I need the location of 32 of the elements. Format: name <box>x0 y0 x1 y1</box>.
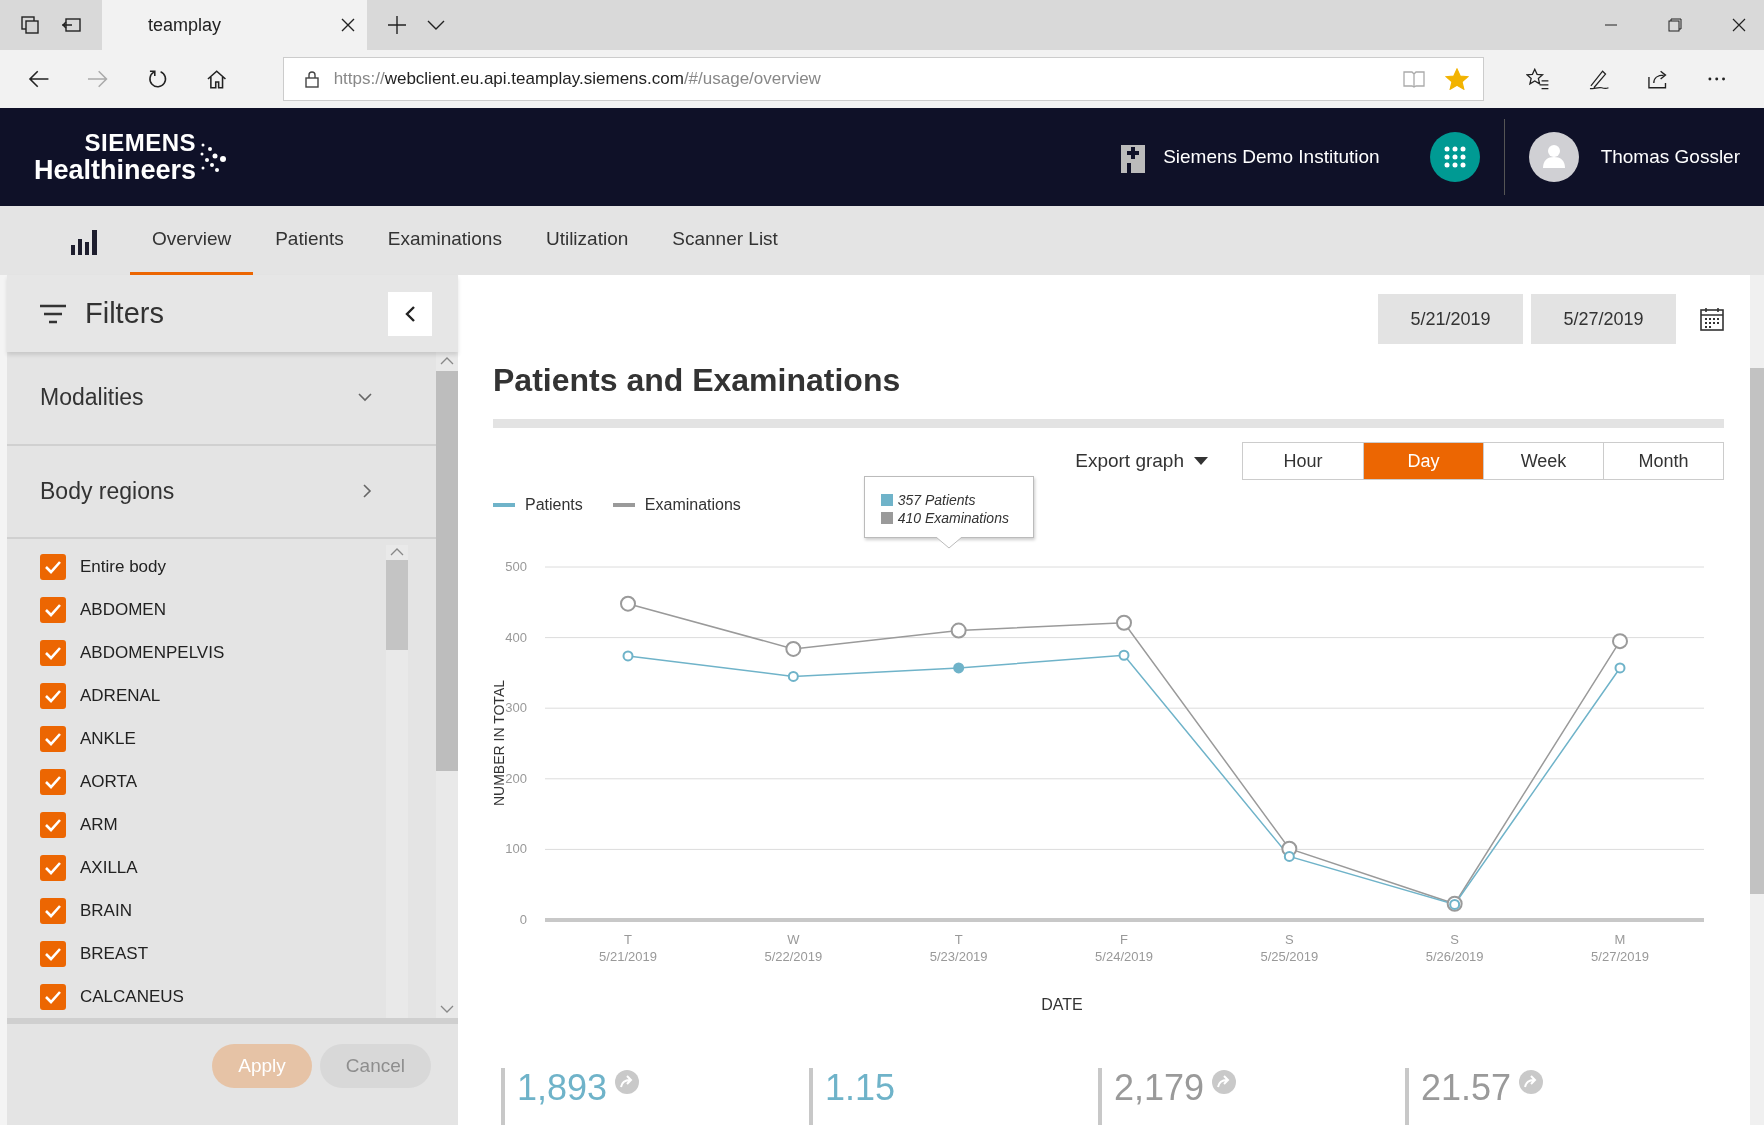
stat-value: 2,179 <box>1114 1068 1205 1108</box>
y-tick-label: 400 <box>505 629 527 645</box>
x-tick-label: 5/26/2019 <box>1425 949 1484 964</box>
filters-title: Filters <box>85 297 164 330</box>
weekday-label: S <box>1285 932 1294 947</box>
x-axis-title: DATE <box>1041 996 1083 1013</box>
stat-value: 1.15 <box>825 1068 896 1108</box>
y-tick-label: 200 <box>505 770 527 786</box>
logo-text: Healthineers <box>34 156 197 184</box>
tooltip-text: 410 Examinations <box>897 509 1009 527</box>
x-tick-label: 5/25/2019 <box>1260 949 1319 964</box>
tooltip-text: 357 Patients <box>897 491 976 509</box>
x-tick-label: 5/22/2019 <box>764 949 823 964</box>
y-axis-title: NUMBER IN TOTAL <box>491 680 507 806</box>
weekday-label: F <box>1120 932 1128 947</box>
weekday-label: M <box>1614 932 1626 947</box>
weekday-label: T <box>624 932 632 947</box>
x-tick-label: 5/23/2019 <box>929 949 988 964</box>
x-tick-label: 5/24/2019 <box>1095 949 1153 964</box>
weekday-label: S <box>1450 932 1459 947</box>
y-tick-label: 0 <box>519 912 527 927</box>
stat-value: 1,893 <box>517 1068 608 1108</box>
y-tick-label: 300 <box>505 700 527 716</box>
weekday-label: T <box>954 932 963 947</box>
page-title: Patients and Examinations <box>493 362 902 400</box>
stat-value: 21.57 <box>1421 1068 1512 1108</box>
weekday-label: W <box>787 932 800 947</box>
x-tick-label: 5/27/2019 <box>1591 949 1649 964</box>
x-tick-label: 5/21/2019 <box>599 949 657 964</box>
y-tick-label: 500 <box>505 559 527 574</box>
y-tick-label: 100 <box>505 841 527 857</box>
logo-text: SIEMENS <box>84 130 197 155</box>
